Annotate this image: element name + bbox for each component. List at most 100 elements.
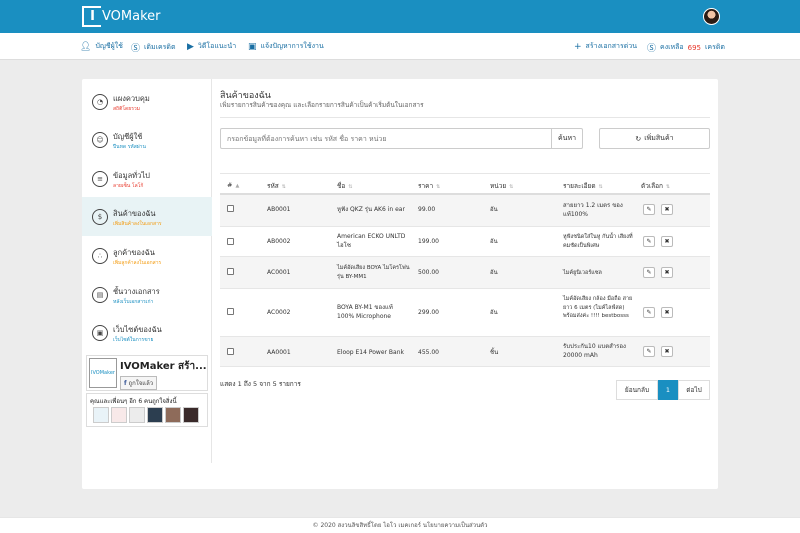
credit-balance[interactable]: Ⓢ คงเหลือ 695 เครดิต: [647, 41, 725, 54]
edit-button[interactable]: ✎: [643, 236, 655, 247]
search-button[interactable]: ค้นหา: [551, 128, 583, 149]
facebook-friend-avatars: [93, 407, 199, 423]
footer: © 2020 สงวนลิขสิทธิ์โดย ไอโว เมคเกอร์ นโ…: [0, 517, 800, 533]
trash-icon: ✖: [664, 238, 670, 245]
column-header-price[interactable]: ราคา ⇅: [418, 181, 440, 191]
sidebar-item-products[interactable]: $ สินค้าของฉัน เพิ่มสินค้าลงในเอกสาร: [82, 197, 212, 236]
pencil-icon: ✎: [646, 206, 652, 213]
delete-button[interactable]: ✖: [661, 236, 673, 247]
subnav-report[interactable]: ▣ แจ้งปัญหาการใช้งาน: [248, 41, 324, 52]
column-header-name[interactable]: ชื่อ ⇅: [337, 181, 353, 191]
friend-avatar[interactable]: [111, 407, 127, 423]
delete-button[interactable]: ✖: [661, 346, 673, 357]
delete-button[interactable]: ✖: [661, 307, 673, 318]
sidebar-item-title: แผงควบคุม: [113, 94, 150, 103]
delete-button[interactable]: ✖: [661, 267, 673, 278]
video-icon: ▶: [187, 41, 194, 52]
sidebar: ◔ แผงควบคุม สถิติโดยรวม ☺ บัญชีผู้ใช้ ปี…: [82, 79, 212, 463]
sidebar-item-website[interactable]: ▣ เว็บไซต์ของฉัน เว็บไซต์ในการขาย: [82, 313, 212, 352]
refresh-plus-icon: ↻: [635, 134, 642, 143]
cell-unit: ชิ้น: [490, 349, 499, 356]
cell-code: AB0001: [267, 206, 291, 213]
sidebar-item-account[interactable]: ☺ บัญชีผู้ใช้ ปีนหด รหัสผ่าน: [82, 120, 212, 159]
cell-name: BOYA BY-M1 ของแท้ 100% Microphone: [337, 304, 393, 320]
page-subtitle: เพิ่มรายการสินค้าของคุณ และเลือกรายการสิ…: [220, 101, 424, 109]
cell-detail: หูฟังชนิดใส่ในหู กันน้ำ เสียงที่คมชัดเป็…: [563, 234, 633, 249]
dollar-icon: Ⓢ: [131, 44, 141, 54]
sub-nav: 👤︎ บัญชีผู้ใช้ Ⓢ เติมเครดิต ▶ วิดีโอแนะน…: [0, 33, 800, 60]
dollar-icon: Ⓢ: [647, 44, 657, 54]
quick-doc-label: สร้างเอกสารด่วน: [585, 42, 637, 50]
friend-avatar[interactable]: [129, 407, 145, 423]
facebook-page-name[interactable]: IVOMaker สร้า...: [120, 359, 207, 374]
sort-icon: ⇅: [348, 184, 353, 190]
sort-asc-icon: ▲: [235, 183, 240, 189]
shelf-icon: ▤: [92, 286, 108, 303]
cell-code: AC0001: [267, 269, 291, 276]
top-bar: I VOMaker: [0, 0, 800, 33]
sidebar-item-title: สินค้าของฉัน: [113, 209, 156, 218]
friend-avatar[interactable]: [183, 407, 199, 423]
cell-unit: อัน: [490, 206, 498, 213]
cell-price: 455.00: [418, 349, 439, 356]
row-checkbox[interactable]: [227, 348, 234, 355]
column-header-code[interactable]: รหัส ⇅: [267, 181, 286, 191]
quick-doc-link[interactable]: + สร้างเอกสารด่วน: [574, 41, 637, 52]
sidebar-item-sub: เพิ่มลูกค้าลงในเอกสาร: [113, 260, 162, 266]
friend-avatar[interactable]: [147, 407, 163, 423]
column-header-options[interactable]: ตัวเลือก ⇅: [641, 181, 670, 191]
facebook-friends-widget: คุณและเพื่อนๆ อีก 6 คนถูกใจสิ่งนี้: [86, 393, 208, 427]
table-row: AA0001 Eloop E14 Power Bank 455.00 ชิ้น …: [220, 337, 710, 367]
sidebar-item-customers[interactable]: ∴ ลูกค้าของฉัน เพิ่มลูกค้าลงในเอกสาร: [82, 236, 212, 275]
subnav-account[interactable]: 👤︎ บัญชีผู้ใช้: [80, 41, 123, 52]
sidebar-item-shelf[interactable]: ▤ ชั้นวางเอกสาร หลังเว็บเอกสารเก่า: [82, 275, 212, 314]
facebook-page-widget[interactable]: IVOMaker IVOMaker สร้า... f ถูกใจแล้ว: [86, 355, 208, 391]
cell-code: AB0002: [267, 238, 291, 245]
sidebar-item-sub: เพิ่มสินค้าลงในเอกสาร: [113, 221, 162, 227]
facebook-friends-text: คุณและเพื่อนๆ อีก 6 คนถูกใจสิ่งนี้: [90, 398, 177, 405]
friend-avatar[interactable]: [93, 407, 109, 423]
pagination-page-1[interactable]: 1: [658, 380, 678, 400]
edit-button[interactable]: ✎: [643, 204, 655, 215]
column-header-index[interactable]: # ▲: [227, 181, 239, 189]
search-input[interactable]: [220, 128, 552, 149]
facebook-like-label: ถูกใจแล้ว: [128, 380, 154, 387]
avatar[interactable]: [703, 8, 720, 25]
credit-value: 695: [687, 43, 701, 52]
table-row: AC0002 BOYA BY-M1 ของแท้ 100% Microphone…: [220, 289, 710, 337]
edit-button[interactable]: ✎: [643, 307, 655, 318]
cell-price: 199.00: [418, 238, 439, 245]
sidebar-item-general[interactable]: ≡ ข้อมูลทั่วไป ลายเซ็น โลโก้: [82, 159, 212, 198]
sidebar-item-sub: หลังเว็บเอกสารเก่า: [113, 299, 154, 305]
edit-button[interactable]: ✎: [643, 267, 655, 278]
row-checkbox[interactable]: [227, 238, 234, 245]
edit-button[interactable]: ✎: [643, 346, 655, 357]
add-product-button[interactable]: ↻ เพิ่มสินค้า: [599, 128, 710, 149]
logo-text: VOMaker: [102, 9, 161, 24]
credit-unit: เครดิต: [705, 43, 725, 51]
row-checkbox[interactable]: [227, 268, 234, 275]
main-card: ◔ แผงควบคุม สถิติโดยรวม ☺ บัญชีผู้ใช้ ปี…: [82, 79, 718, 489]
column-header-unit[interactable]: หน่วย ⇅: [490, 181, 513, 191]
friend-avatar[interactable]: [165, 407, 181, 423]
subnav-videos[interactable]: ▶ วิดีโอแนะนำ: [187, 41, 236, 52]
pagination-next[interactable]: ต่อไป: [678, 380, 710, 400]
row-checkbox[interactable]: [227, 308, 234, 315]
products-table: # ▲ รหัส ⇅ ชื่อ ⇅ ราคา ⇅ หน่วย ⇅ รายละเอียด ⇅ …: [220, 173, 710, 367]
sort-icon: ⇅: [281, 184, 286, 190]
database-icon: ≡: [92, 170, 108, 187]
delete-button[interactable]: ✖: [661, 204, 673, 215]
sidebar-item-sub: ลายเซ็น โลโก้: [113, 183, 144, 189]
id-card-icon: ▣: [248, 41, 257, 52]
pagination-prev[interactable]: ย้อนกลับ: [616, 380, 658, 400]
sidebar-item-title: ชั้นวางเอกสาร: [113, 287, 160, 296]
app-logo[interactable]: I VOMaker: [82, 6, 161, 27]
sidebar-item-title: เว็บไซต์ของฉัน: [113, 325, 162, 334]
subnav-topup[interactable]: Ⓢ เติมเครดิต: [131, 41, 176, 54]
facebook-like-button[interactable]: f ถูกใจแล้ว: [120, 376, 158, 390]
sidebar-item-dashboard[interactable]: ◔ แผงควบคุม สถิติโดยรวม: [82, 82, 212, 121]
table-header: # ▲ รหัส ⇅ ชื่อ ⇅ ราคา ⇅ หน่วย ⇅ รายละเอียด ⇅ …: [220, 173, 710, 195]
cell-unit: อัน: [490, 309, 498, 316]
column-header-detail[interactable]: รายละเอียด ⇅: [563, 181, 603, 191]
row-checkbox[interactable]: [227, 205, 234, 212]
